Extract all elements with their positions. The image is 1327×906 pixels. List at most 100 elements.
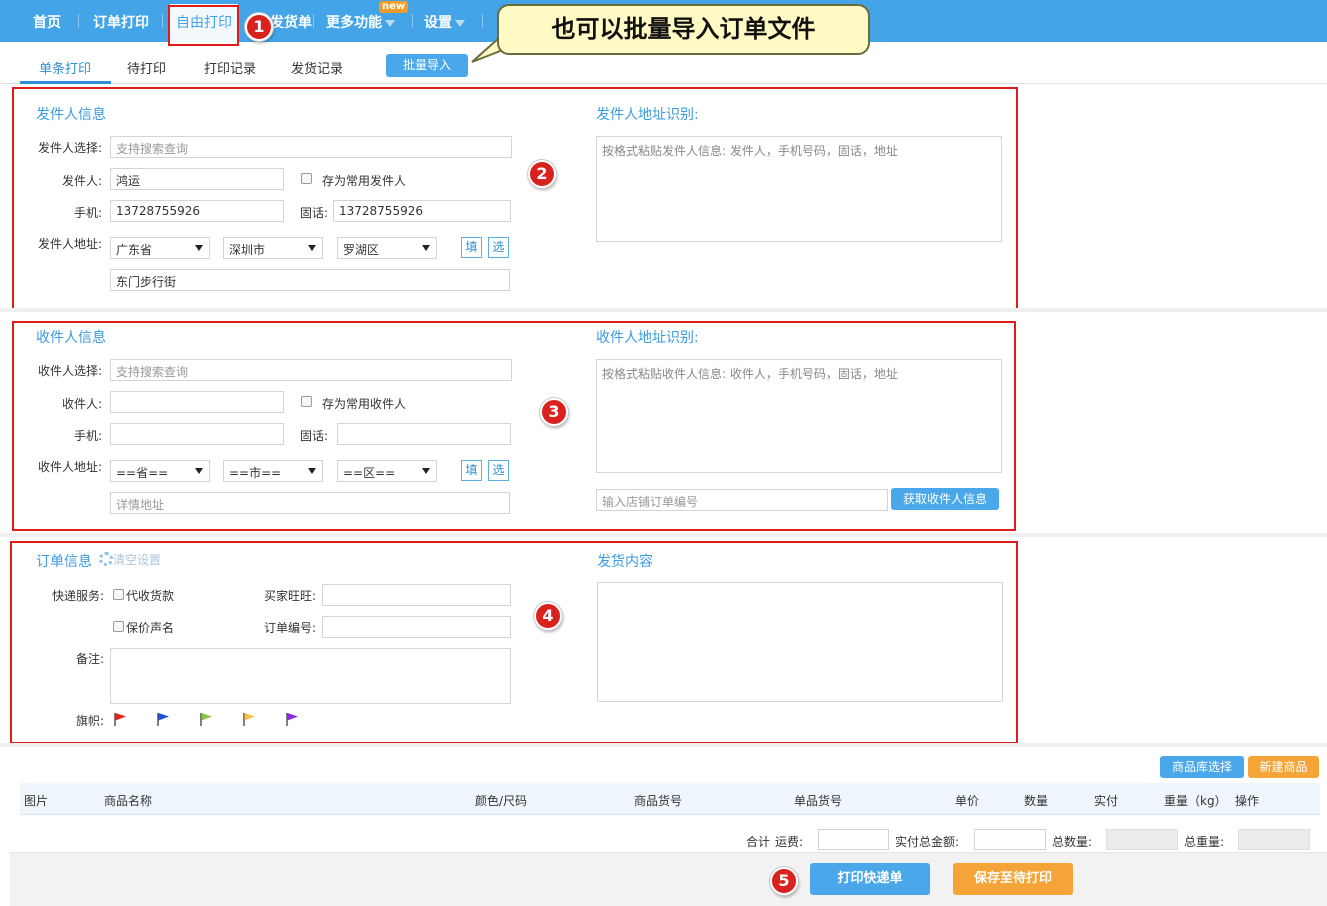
- receiver-select-input[interactable]: 支持搜索查询: [110, 359, 512, 381]
- sender-province-select[interactable]: 广东省: [110, 237, 210, 259]
- cod-label: 代收货款: [126, 589, 175, 603]
- receiver-recognize-title: 收件人地址识别:: [596, 330, 699, 346]
- sender-name-input[interactable]: 鸿运: [110, 168, 284, 190]
- receiver-mobile-label: 手机:: [73, 429, 102, 443]
- sender-choose-button[interactable]: 选: [488, 237, 509, 258]
- dropdown-arrow-icon: [308, 468, 316, 474]
- sender-city-value: 深圳市: [229, 243, 266, 257]
- col-color-size: 颜色/尺码: [475, 794, 528, 808]
- step-marker-2: 2: [528, 160, 556, 188]
- receiver-phone-label: 固话:: [300, 429, 329, 443]
- cod-checkbox[interactable]: [113, 589, 124, 600]
- receiver-choose-button[interactable]: 选: [488, 460, 509, 481]
- receiver-city-value: ==市==: [229, 466, 282, 480]
- receiver-province-value: ==省==: [116, 466, 169, 480]
- receiver-recognize-textarea[interactable]: 按格式粘贴收件人信息: 收件人，手机号码，固话，地址: [596, 359, 1002, 473]
- nav-divider: [412, 14, 413, 28]
- tab-shipping-records[interactable]: 发货记录: [291, 58, 343, 77]
- nav-more-functions[interactable]: 更多功能: [326, 12, 395, 32]
- order-number-input[interactable]: [322, 616, 511, 638]
- receiver-province-select[interactable]: ==省==: [110, 460, 210, 482]
- sender-city-select[interactable]: 深圳市: [223, 237, 323, 259]
- sender-phone-input[interactable]: 13728755926: [333, 200, 511, 222]
- receiver-mobile-input[interactable]: [110, 423, 284, 445]
- step-marker-1: 1: [245, 13, 273, 41]
- total-label: 合计: [746, 835, 771, 849]
- paid-total-input[interactable]: [974, 829, 1046, 850]
- nav-divider: [482, 14, 483, 28]
- sender-section-title: 发件人信息: [36, 107, 106, 123]
- insured-checkbox[interactable]: [113, 621, 124, 632]
- blue-flag-icon[interactable]: [156, 712, 170, 726]
- nav-delivery-note[interactable]: 发货单: [270, 12, 312, 32]
- col-image: 图片: [24, 794, 49, 808]
- sender-recognize-title: 发件人地址识别:: [596, 107, 699, 123]
- save-to-pending-button[interactable]: 保存至待打印: [953, 863, 1073, 895]
- sender-street-input[interactable]: 东门步行街: [110, 269, 510, 291]
- save-common-receiver-checkbox[interactable]: [301, 396, 312, 407]
- sender-recognize-textarea[interactable]: 按格式粘贴发件人信息: 发件人，手机号码，固话，地址: [596, 136, 1002, 242]
- new-goods-button[interactable]: 新建商品: [1248, 756, 1319, 778]
- freight-input[interactable]: [818, 829, 889, 850]
- get-receiver-info-button[interactable]: 获取收件人信息: [891, 488, 999, 510]
- tab-pending-print[interactable]: 待打印: [127, 58, 166, 77]
- paid-total-label: 实付总金额:: [895, 835, 960, 849]
- tab-single-print[interactable]: 单条打印: [39, 58, 91, 77]
- sender-district-select[interactable]: 罗湖区: [337, 237, 437, 259]
- freight-label: 运费:: [775, 835, 804, 849]
- chevron-down-icon: [455, 19, 465, 27]
- col-unit-price: 单价: [955, 794, 980, 808]
- receiver-phone-input[interactable]: [337, 423, 511, 445]
- sender-fill-button[interactable]: 填: [461, 237, 482, 258]
- flag-row: [113, 712, 313, 728]
- nav-order-print[interactable]: 订单打印: [93, 12, 149, 32]
- step-marker-3: 3: [540, 398, 568, 426]
- sender-mobile-input[interactable]: 13728755926: [110, 200, 284, 222]
- gear-icon: [99, 552, 113, 566]
- col-sku-code: 单品货号: [794, 794, 843, 808]
- sender-province-value: 广东省: [116, 243, 153, 257]
- receiver-district-select[interactable]: ==区==: [337, 460, 437, 482]
- receiver-section-title: 收件人信息: [36, 330, 106, 346]
- col-goods-code: 商品货号: [634, 794, 683, 808]
- remark-textarea[interactable]: [110, 648, 511, 704]
- dropdown-arrow-icon: [195, 245, 203, 251]
- section-divider: [0, 743, 1327, 747]
- nav-settings[interactable]: 设置: [424, 12, 465, 32]
- goods-library-button[interactable]: 商品库选择: [1160, 756, 1244, 778]
- new-badge: new: [379, 1, 409, 13]
- receiver-address-label: 收件人地址:: [37, 460, 102, 474]
- dropdown-arrow-icon: [422, 245, 430, 251]
- save-common-sender-checkbox[interactable]: [301, 173, 312, 184]
- nav-settings-label: 设置: [424, 15, 452, 31]
- batch-import-button[interactable]: 批量导入: [386, 54, 468, 77]
- clear-settings-link[interactable]: 清空设置: [99, 551, 161, 568]
- purple-flag-icon[interactable]: [285, 712, 299, 726]
- shop-order-number-input[interactable]: 输入店铺订单编号: [596, 489, 888, 511]
- nav-home[interactable]: 首页: [33, 12, 61, 32]
- red-flag-icon[interactable]: [113, 712, 127, 726]
- receiver-select-label: 收件人选择:: [37, 364, 102, 378]
- col-actions: 操作: [1235, 794, 1260, 808]
- ship-content-textarea[interactable]: [597, 582, 1003, 702]
- dropdown-arrow-icon: [308, 245, 316, 251]
- receiver-fill-button[interactable]: 填: [461, 460, 482, 481]
- sender-district-value: 罗湖区: [343, 243, 380, 257]
- buyer-wangwang-input[interactable]: [322, 584, 511, 606]
- flag-label: 旗帜:: [75, 714, 104, 728]
- section-divider: [0, 308, 1327, 312]
- step-marker-4: 4: [534, 602, 562, 630]
- green-flag-icon[interactable]: [199, 712, 213, 726]
- save-common-receiver-label: 存为常用收件人: [322, 397, 407, 411]
- ship-content-title: 发货内容: [597, 554, 653, 570]
- receiver-city-select[interactable]: ==市==: [223, 460, 323, 482]
- print-express-button[interactable]: 打印快递单: [810, 863, 930, 895]
- sender-select-input[interactable]: 支持搜索查询: [110, 136, 512, 158]
- sender-mobile-label: 手机:: [73, 206, 102, 220]
- receiver-detail-address-input[interactable]: 详情地址: [110, 492, 510, 514]
- tab-print-records[interactable]: 打印记录: [204, 58, 256, 77]
- col-weight: 重量（kg）: [1164, 794, 1227, 808]
- col-quantity: 数量: [1024, 794, 1049, 808]
- yellow-flag-icon[interactable]: [242, 712, 256, 726]
- receiver-name-input[interactable]: [110, 391, 284, 413]
